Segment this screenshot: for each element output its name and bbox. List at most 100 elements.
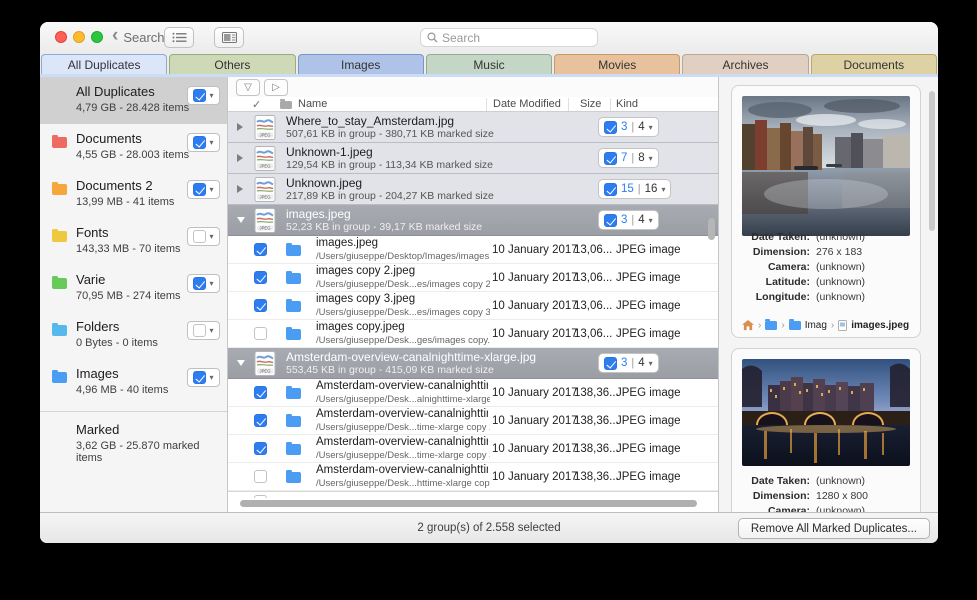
panel-vertical-scrollbar[interactable] <box>929 91 935 231</box>
dropdown-arrow-icon[interactable]: ▾ <box>649 216 653 225</box>
dropdown-arrow-icon[interactable]: ▾ <box>649 359 653 368</box>
dropdown-arrow-icon[interactable]: ▾ <box>209 91 213 100</box>
collapse-all-button[interactable]: ▽ <box>236 79 260 96</box>
name-column-header[interactable]: Name <box>298 98 327 110</box>
file-row[interactable]: images copy 3.jpeg /Users/giuseppe/Desk.… <box>228 292 718 320</box>
folder-icon[interactable] <box>789 321 801 330</box>
breadcrumb-folder-label[interactable]: Imag <box>805 320 827 331</box>
sidebar-item[interactable]: Folders 0 Bytes - 0 items ▾ <box>40 312 227 359</box>
sidebar-item[interactable]: Documents 4,55 GB - 28.003 items ▾ <box>40 124 227 171</box>
tab[interactable]: Music <box>426 54 552 74</box>
home-icon[interactable] <box>742 320 754 331</box>
search-input[interactable] <box>442 31 572 45</box>
search-field[interactable] <box>420 28 598 47</box>
group-row[interactable]: JPEG Unknown.jpeg 217,89 KB in group - 2… <box>228 174 718 205</box>
file-row[interactable]: Amsterdam-overview-canalnighttime-x... /… <box>228 435 718 463</box>
kind-column-header[interactable]: Kind <box>616 98 638 110</box>
dropdown-arrow-icon[interactable]: ▾ <box>209 138 213 147</box>
group-count-badge[interactable]: 3 | 4 ▾ <box>598 210 659 230</box>
sidebar-check-dropdown[interactable]: ▾ <box>187 274 220 293</box>
checkbox[interactable] <box>193 89 206 102</box>
disclosure-triangle-icon[interactable] <box>237 154 243 162</box>
disclosure-triangle-icon[interactable] <box>237 123 243 131</box>
disclosure-triangle-icon[interactable] <box>237 217 245 223</box>
sidebar-item[interactable]: Varie 70,95 MB - 274 items ▾ <box>40 265 227 312</box>
sidebar-item[interactable]: Images 4,96 MB - 40 items ▾ <box>40 359 227 406</box>
sidebar-item[interactable]: Fonts 143,33 MB - 70 items ▾ <box>40 218 227 265</box>
sidebar-item[interactable]: All Duplicates 4,79 GB - 28.428 items ▾ <box>40 77 227 124</box>
file-row[interactable]: Amsterdam-overview-canalnighttime-x... /… <box>228 407 718 435</box>
sidebar-check-dropdown[interactable]: ▾ <box>187 368 220 387</box>
group-checkbox[interactable] <box>604 214 617 227</box>
horizontal-scrollbar[interactable] <box>240 500 697 507</box>
file-icon[interactable] <box>838 320 847 331</box>
file-row[interactable]: images.jpeg /Users/giuseppe/Desktop/Imag… <box>228 236 718 264</box>
dropdown-arrow-icon[interactable]: ▾ <box>209 279 213 288</box>
file-checkbox[interactable] <box>254 243 267 256</box>
file-row[interactable]: images copy 2.jpeg /Users/giuseppe/Desk.… <box>228 264 718 292</box>
disclosure-triangle-icon[interactable] <box>237 185 243 193</box>
dropdown-arrow-icon[interactable]: ▾ <box>209 185 213 194</box>
expand-all-button[interactable]: ▷ <box>264 79 288 96</box>
file-row[interactable]: images copy.jpeg /Users/giuseppe/Desk...… <box>228 320 718 348</box>
sidebar-check-dropdown[interactable]: ▾ <box>187 86 220 105</box>
sidebar-check-dropdown[interactable]: ▾ <box>187 321 220 340</box>
table-vertical-scrollbar[interactable] <box>708 218 715 240</box>
checkbox[interactable] <box>193 230 206 243</box>
dropdown-arrow-icon[interactable]: ▾ <box>649 154 653 163</box>
file-row[interactable]: Amsterdam-overview-canalnighttime-x... /… <box>228 379 718 407</box>
tab[interactable]: Documents <box>811 54 937 74</box>
dropdown-arrow-icon[interactable]: ▾ <box>209 232 213 241</box>
size-column-header[interactable]: Size <box>580 98 605 110</box>
minimize-button[interactable] <box>73 31 85 43</box>
file-checkbox[interactable] <box>254 470 267 483</box>
group-count-badge[interactable]: 3 | 4 ▾ <box>598 117 659 137</box>
file-checkbox[interactable] <box>254 271 267 284</box>
folder-icon[interactable] <box>765 321 777 330</box>
dropdown-arrow-icon[interactable]: ▾ <box>209 373 213 382</box>
remove-all-marked-duplicates-button[interactable]: Remove All Marked Duplicates... <box>738 518 930 539</box>
group-row[interactable]: JPEG Where_to_stay_Amsterdam.jpg 507,61 … <box>228 112 718 143</box>
sidebar-check-dropdown[interactable]: ▾ <box>187 133 220 152</box>
dropdown-arrow-icon[interactable]: ▾ <box>209 326 213 335</box>
group-count-badge[interactable]: 3 | 4 ▾ <box>598 353 659 373</box>
tab[interactable]: All Duplicates <box>41 54 167 74</box>
zoom-button[interactable] <box>91 31 103 43</box>
group-row[interactable]: JPEG Unknown-1.jpeg 129,54 KB in group -… <box>228 143 718 174</box>
sidebar-item-marked[interactable]: Marked 3,62 GB - 25.870 marked items <box>40 415 227 462</box>
folder-column-header-icon[interactable] <box>280 101 292 109</box>
checkbox[interactable] <box>193 324 206 337</box>
checkbox[interactable] <box>193 136 206 149</box>
group-checkbox[interactable] <box>604 357 617 370</box>
checkbox[interactable] <box>193 277 206 290</box>
checkmark-column-header[interactable]: ✓ <box>252 98 261 111</box>
back-button[interactable]: ‹ Search <box>112 25 165 49</box>
tab[interactable]: Others <box>169 54 295 74</box>
file-row[interactable]: Amsterdam-overview-canalnighttime-x... /… <box>228 463 718 491</box>
group-checkbox[interactable] <box>604 121 617 134</box>
file-checkbox[interactable] <box>254 414 267 427</box>
sidebar-item[interactable]: Documents 2 13,99 MB - 41 items ▾ <box>40 171 227 218</box>
breadcrumb-file-label[interactable]: images.jpeg <box>851 320 909 331</box>
sidebar-check-dropdown[interactable]: ▾ <box>187 227 220 246</box>
preview-view-button[interactable] <box>214 27 244 48</box>
file-checkbox[interactable] <box>254 442 267 455</box>
group-checkbox[interactable] <box>604 152 617 165</box>
dropdown-arrow-icon[interactable]: ▾ <box>649 123 653 132</box>
tab[interactable]: Images <box>298 54 424 74</box>
group-row[interactable]: JPEG Amsterdam-overview-canalnighttime-x… <box>228 348 718 379</box>
file-checkbox[interactable] <box>254 299 267 312</box>
group-checkbox[interactable] <box>604 183 617 196</box>
tab[interactable]: Archives <box>682 54 808 74</box>
group-row[interactable]: JPEG images.jpeg 52,23 KB in group - 39,… <box>228 205 718 236</box>
sidebar-check-dropdown[interactable]: ▾ <box>187 180 220 199</box>
dropdown-arrow-icon[interactable]: ▾ <box>661 185 665 194</box>
close-button[interactable] <box>55 31 67 43</box>
file-checkbox[interactable] <box>254 386 267 399</box>
list-view-button[interactable] <box>164 27 194 48</box>
group-count-badge[interactable]: 15 | 16 ▾ <box>598 179 671 199</box>
checkbox[interactable] <box>193 183 206 196</box>
date-column-header[interactable]: Date Modified <box>493 98 561 110</box>
file-checkbox[interactable] <box>254 327 267 340</box>
tab[interactable]: Movies <box>554 54 680 74</box>
